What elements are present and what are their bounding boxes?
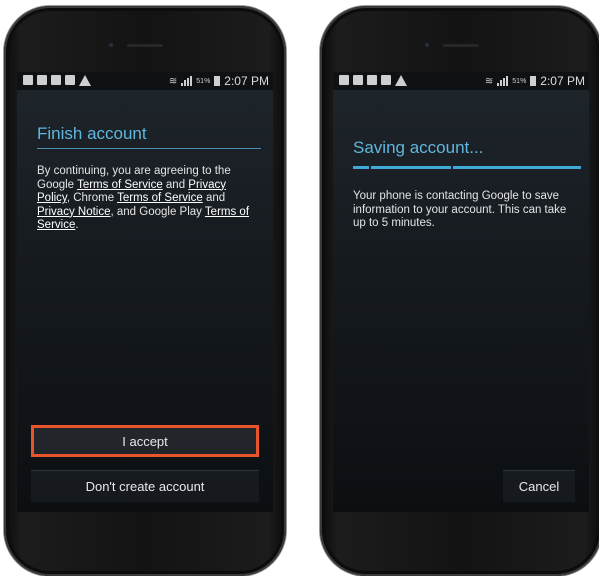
screen-finish-account: ≋ 51% 2:07 PM Finish account By continui… <box>17 72 273 512</box>
warning-icon <box>395 75 407 86</box>
wifi-icon: ≋ <box>484 75 494 87</box>
terms-text-part: and <box>202 192 226 204</box>
clock: 2:07 PM <box>540 74 585 88</box>
signal-icon <box>181 76 193 86</box>
terms-text-part: . <box>75 219 79 231</box>
accept-button[interactable]: I accept <box>31 425 259 457</box>
terms-text: By continuing, you are agreeing to the G… <box>37 165 261 233</box>
screenshot-icon <box>339 75 349 85</box>
screen-saving-account: ≋ 51% 2:07 PM Saving account... Your pho… <box>333 72 589 512</box>
battery-icon <box>530 76 537 86</box>
terms-text-part: and <box>162 178 189 191</box>
battery-icon <box>214 76 221 86</box>
video-icon <box>367 75 377 85</box>
terms-text-part: , and Google Play <box>110 205 205 218</box>
email-icon <box>65 75 75 85</box>
video-icon <box>51 75 61 85</box>
progress-bar <box>353 166 581 169</box>
terms-text-part: , Chrome <box>66 192 118 204</box>
earpiece-speaker <box>443 44 479 47</box>
progress-segment <box>371 166 451 169</box>
cancel-button[interactable]: Cancel <box>503 470 575 502</box>
battery-percent: 51% <box>512 77 527 85</box>
page-title: Saving account... <box>353 138 484 157</box>
front-camera <box>109 43 113 47</box>
status-bar: ≋ 51% 2:07 PM <box>17 72 273 90</box>
page-title: Finish account <box>37 124 147 143</box>
status-bar: ≋ 51% 2:07 PM <box>333 72 589 90</box>
privacy-notice-link[interactable]: Privacy Notice <box>37 206 111 218</box>
clock: 2:07 PM <box>224 74 269 88</box>
wifi-icon: ≋ <box>168 75 178 87</box>
screenshot-icon <box>23 75 33 85</box>
warning-icon <box>79 75 91 86</box>
dont-create-account-button[interactable]: Don't create account <box>31 470 259 502</box>
image-icon <box>37 75 47 85</box>
saving-info-text: Your phone is contacting Google to save … <box>353 190 567 229</box>
email-icon <box>381 75 391 85</box>
title-divider <box>37 148 261 149</box>
front-camera <box>425 43 429 47</box>
progress-segment <box>353 166 369 169</box>
phone-right: ≋ 51% 2:07 PM Saving account... Your pho… <box>320 6 599 576</box>
phone-left: ≋ 51% 2:07 PM Finish account By continui… <box>4 6 286 576</box>
signal-icon <box>497 76 509 86</box>
progress-segment <box>453 166 581 169</box>
chrome-terms-link[interactable]: Terms of Service <box>117 192 203 204</box>
earpiece-speaker <box>127 44 163 47</box>
google-terms-link[interactable]: Terms of Service <box>77 179 163 191</box>
battery-percent: 51% <box>196 77 211 85</box>
image-icon <box>353 75 363 85</box>
